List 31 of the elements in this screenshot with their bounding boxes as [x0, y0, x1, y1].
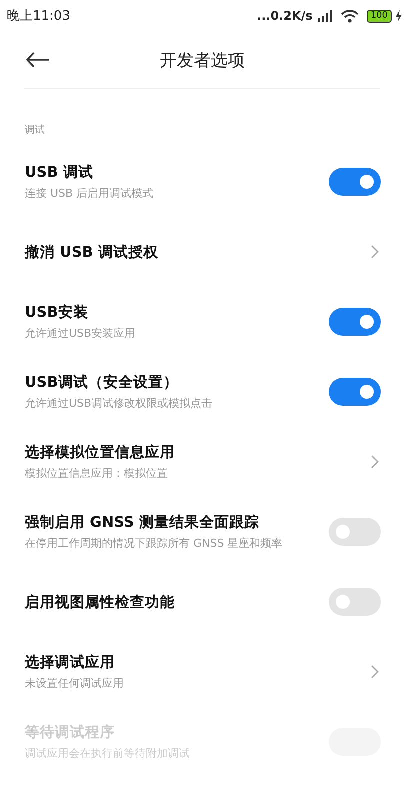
setting-title[interactable]: 选择调试应用: [25, 653, 115, 672]
setting-title[interactable]: 强制启用 GNSS 测量结果全面跟踪: [25, 513, 260, 532]
setting-title[interactable]: 启用视图属性检查功能: [25, 592, 175, 612]
setting-description: 模拟位置信息应用：模拟位置: [25, 466, 168, 481]
page-title: 开发者选项: [160, 50, 245, 72]
chevron-right-icon: [371, 245, 379, 259]
setting-title[interactable]: 撤消 USB 调试授权: [25, 242, 158, 262]
setting-description: 在停用工作周期的情况下跟踪所有 GNSS 星座和频率: [25, 536, 283, 551]
back-arrow-icon[interactable]: [26, 52, 50, 68]
toggle-switch[interactable]: [329, 308, 381, 336]
toggle-switch[interactable]: [329, 518, 381, 546]
setting-title[interactable]: USB调试（安全设置）: [25, 373, 178, 392]
toggle-switch[interactable]: [329, 378, 381, 406]
status-time: 晚上11:03: [7, 8, 70, 25]
setting-title[interactable]: USB 调试: [25, 163, 94, 182]
network-speed: ...0.2K/s: [257, 9, 313, 23]
wifi-icon: [340, 10, 359, 22]
charging-icon: [396, 10, 402, 22]
chevron-right-icon: [371, 455, 379, 469]
setting-title[interactable]: 选择模拟位置信息应用: [25, 443, 175, 462]
setting-description: 允许通过USB调试修改权限或模拟点击: [25, 396, 213, 411]
setting-description: 允许通过USB安装应用: [25, 326, 136, 341]
battery-icon: 100: [366, 10, 392, 22]
toggle-switch[interactable]: [329, 588, 381, 616]
chevron-right-icon: [371, 665, 379, 679]
signal-icon: [316, 10, 333, 22]
toggle-switch[interactable]: [329, 168, 381, 196]
setting-title[interactable]: USB安装: [25, 303, 88, 322]
section-label: 调试: [24, 124, 46, 138]
setting-description: 连接 USB 后启用调试模式: [25, 186, 154, 201]
setting-description: 未设置任何调试应用: [25, 676, 124, 691]
